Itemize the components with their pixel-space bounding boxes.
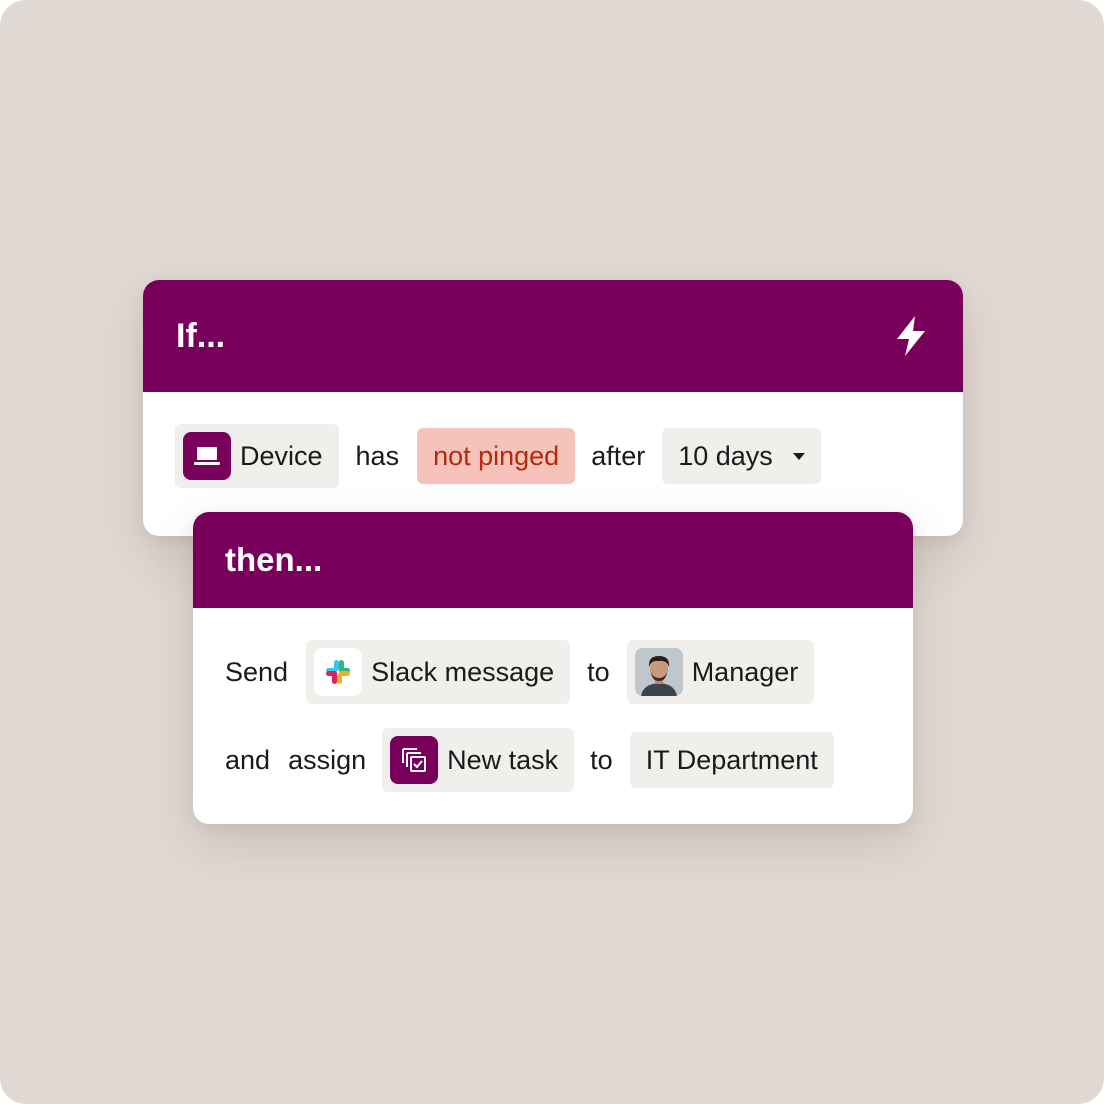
if-card-header: If... <box>143 280 963 392</box>
slack-message-label: Slack message <box>371 656 555 687</box>
then-card-title: then... <box>225 541 323 578</box>
connector-after: after <box>591 440 646 471</box>
connector-to-2: to <box>590 744 613 775</box>
if-condition-card: If... Device has not pinged after 10 day… <box>143 280 963 536</box>
lightning-bolt-icon <box>897 316 925 356</box>
slack-message-chip[interactable]: Slack message <box>306 640 571 704</box>
manager-avatar <box>634 648 683 696</box>
verb-has: has <box>355 440 400 471</box>
conjunction-and: and <box>225 744 271 775</box>
condition-row: Device has not pinged after 10 days <box>175 424 821 488</box>
laptop-icon <box>183 432 231 480</box>
manager-chip[interactable]: Manager <box>626 640 815 704</box>
verb-assign: assign <box>288 744 367 775</box>
workflow-canvas: If... Device has not pinged after 10 day… <box>0 0 1104 1104</box>
then-card-header: then... <box>193 512 913 608</box>
task-checklist-icon <box>390 736 439 784</box>
slack-logo-icon <box>314 648 363 696</box>
action-row-send: Send Slack message to Manager <box>225 640 815 704</box>
connector-to: to <box>587 656 610 687</box>
verb-send: Send <box>225 656 289 687</box>
then-action-card: then... Send Slack message to Manager an… <box>193 512 913 824</box>
manager-label: Manager <box>691 656 799 687</box>
new-task-chip[interactable]: New task <box>382 728 575 792</box>
duration-dropdown[interactable]: 10 days <box>662 428 821 484</box>
state-chip-not-pinged[interactable]: not pinged <box>417 428 576 484</box>
it-department-label: IT Department <box>645 744 818 775</box>
duration-dropdown-value: 10 days <box>678 440 773 471</box>
caret-down-icon <box>792 452 805 460</box>
state-chip-label: not pinged <box>433 440 560 471</box>
device-chip-label: Device <box>240 440 323 471</box>
device-chip[interactable]: Device <box>175 424 339 488</box>
new-task-label: New task <box>447 744 559 775</box>
it-department-chip[interactable]: IT Department <box>629 732 834 788</box>
action-row-assign: and assign New task to IT Department <box>225 728 834 792</box>
if-card-title: If... <box>176 316 226 355</box>
